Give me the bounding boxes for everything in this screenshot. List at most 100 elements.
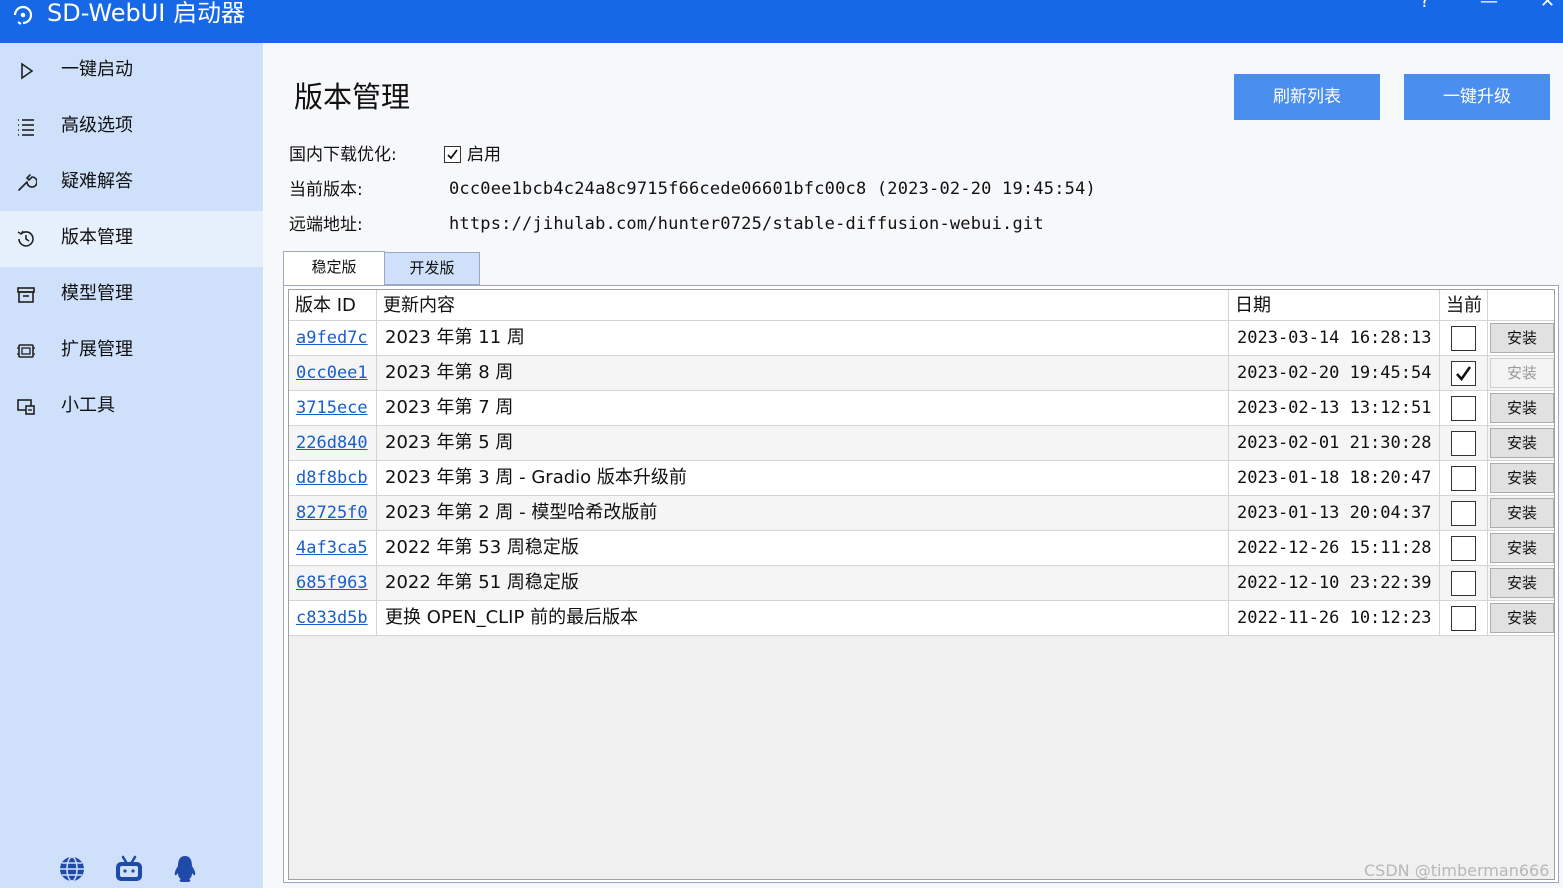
install-button[interactable]: 安装 — [1490, 568, 1554, 598]
cell-action: 安装 — [1488, 461, 1554, 495]
table-row[interactable]: 4af3ca5 2022 年第 53 周稳定版 2022-12-26 15:11:2… — [289, 531, 1554, 566]
install-button[interactable]: 安装 — [1490, 393, 1554, 423]
table-row[interactable]: a9fed7c 2023 年第 11 周 2023-03-14 16:28:13 安装 — [289, 321, 1554, 356]
tab-stable[interactable]: 稳定版 — [283, 251, 385, 287]
column-header-id[interactable]: 版本 ID — [289, 290, 377, 321]
cell-version-id: 685f963 — [289, 566, 377, 600]
cell-action: 安装 — [1488, 321, 1554, 355]
sidebar-item-extensions[interactable]: 扩展管理 — [0, 323, 263, 379]
version-id-link[interactable]: 0cc0ee1 — [296, 362, 368, 384]
qq-icon[interactable] — [170, 854, 200, 884]
cell-action: 安装 — [1488, 566, 1554, 600]
history-icon — [17, 230, 34, 247]
version-description: 2023 年第 8 周 — [385, 362, 514, 383]
version-id-link[interactable]: 685f963 — [296, 572, 368, 594]
sidebar-item-models[interactable]: 模型管理 — [0, 267, 263, 323]
cell-date: 2023-02-01 21:30:28 — [1229, 426, 1440, 460]
download-optimization-checkbox[interactable] — [444, 146, 461, 163]
one-click-upgrade-button[interactable]: 一键升级 — [1404, 74, 1550, 120]
close-button[interactable]: ✕ — [1540, 0, 1555, 12]
tab-dev[interactable]: 开发版 — [384, 252, 480, 285]
version-date: 2022-12-26 15:11:28 — [1237, 538, 1432, 558]
table-row[interactable]: c833d5b 更换 OPEN_CLIP 前的最后版本 2022-11-26 10:… — [289, 601, 1554, 636]
cell-current — [1440, 391, 1488, 425]
app-title: SD-WebUI 启动器 — [47, 0, 245, 27]
cell-version-id: 3715ece — [289, 391, 377, 425]
sidebar-item-launch[interactable]: 一键启动 — [0, 43, 263, 99]
download-optimization-checkbox-label[interactable]: 启用 — [467, 144, 501, 166]
cell-current — [1440, 566, 1488, 600]
cell-version-id: 4af3ca5 — [289, 531, 377, 565]
sidebar-item-tools[interactable]: 小工具 — [0, 379, 263, 435]
version-date: 2023-02-20 19:45:54 — [1237, 363, 1432, 383]
cell-current — [1440, 426, 1488, 460]
current-checkbox[interactable] — [1451, 396, 1476, 421]
table-row[interactable]: 3715ece 2023 年第 7 周 2023-02-13 13:12:51 安装 — [289, 391, 1554, 426]
install-button[interactable]: 安装 — [1490, 358, 1554, 388]
page-title: 版本管理 — [294, 80, 411, 114]
cell-current — [1440, 496, 1488, 530]
install-button[interactable]: 安装 — [1490, 463, 1554, 493]
cell-version-id: 0cc0ee1 — [289, 356, 377, 390]
install-button[interactable]: 安装 — [1490, 428, 1554, 458]
version-id-link[interactable]: d8f8bcb — [296, 467, 368, 489]
version-id-link[interactable]: 3715ece — [296, 397, 368, 419]
title-bar: SD-WebUI 启动器 ? — ✕ — [0, 0, 1563, 43]
bilibili-icon[interactable] — [114, 854, 144, 884]
cell-description: 2022 年第 53 周稳定版 — [377, 531, 1229, 565]
install-button[interactable]: 安装 — [1490, 533, 1554, 563]
cell-action: 安装 — [1488, 426, 1554, 460]
current-checkbox[interactable] — [1451, 571, 1476, 596]
install-button[interactable]: 安装 — [1490, 603, 1554, 633]
current-checkbox[interactable] — [1451, 536, 1476, 561]
sidebar-item-label: 扩展管理 — [61, 339, 133, 360]
play-icon — [21, 62, 34, 80]
help-button[interactable]: ? — [1420, 0, 1430, 12]
remote-address-value: https://jihulab.com/hunter0725/stable-di… — [449, 214, 1044, 234]
check-icon — [1456, 366, 1472, 382]
sidebar-item-label: 模型管理 — [61, 283, 133, 304]
table-row[interactable]: 685f963 2022 年第 51 周稳定版 2022-12-10 23:22:3… — [289, 566, 1554, 601]
current-checkbox[interactable] — [1451, 606, 1476, 631]
cell-description: 2023 年第 5 周 — [377, 426, 1229, 460]
version-id-link[interactable]: c833d5b — [296, 607, 368, 629]
current-checkbox[interactable] — [1451, 431, 1476, 456]
sidebar-item-advanced[interactable]: 高级选项 — [0, 99, 263, 155]
current-checkbox[interactable] — [1451, 361, 1476, 386]
sidebar-item-label: 版本管理 — [61, 227, 133, 248]
table-row[interactable]: d8f8bcb 2023 年第 3 周 - Gradio 版本升级前 2023-01… — [289, 461, 1554, 496]
cell-description: 2022 年第 51 周稳定版 — [377, 566, 1229, 600]
cell-current — [1440, 601, 1488, 635]
current-checkbox[interactable] — [1451, 326, 1476, 351]
refresh-list-button[interactable]: 刷新列表 — [1234, 74, 1380, 120]
version-description: 2022 年第 53 周稳定版 — [385, 537, 579, 558]
install-button[interactable]: 安装 — [1490, 498, 1554, 528]
app-logo-icon — [13, 5, 33, 25]
sidebar-item-versions[interactable]: 版本管理 — [0, 211, 263, 267]
version-id-link[interactable]: a9fed7c — [296, 327, 368, 349]
current-checkbox[interactable] — [1451, 466, 1476, 491]
sidebar-item-troubleshoot[interactable]: 疑难解答 — [0, 155, 263, 211]
column-header-desc[interactable]: 更新内容 — [377, 290, 1229, 321]
version-description: 2023 年第 5 周 — [385, 432, 514, 453]
minimize-button[interactable]: — — [1480, 0, 1498, 12]
globe-icon[interactable] — [57, 854, 87, 884]
table-row[interactable]: 226d840 2023 年第 5 周 2023-02-01 21:30:28 安装 — [289, 426, 1554, 461]
version-id-link[interactable]: 82725f0 — [296, 502, 368, 524]
sidebar-item-label: 疑难解答 — [61, 171, 133, 192]
wrench-icon — [18, 174, 37, 191]
chip-icon — [17, 344, 35, 358]
column-header-current[interactable]: 当前 — [1440, 290, 1488, 321]
version-id-link[interactable]: 226d840 — [296, 432, 368, 454]
version-description: 2023 年第 3 周 - Gradio 版本升级前 — [385, 467, 687, 488]
install-button[interactable]: 安装 — [1490, 323, 1554, 353]
column-header-date[interactable]: 日期 — [1229, 290, 1440, 321]
check-icon — [447, 149, 458, 160]
cell-date: 2023-03-14 16:28:13 — [1229, 321, 1440, 355]
version-description: 2023 年第 2 周 - 模型哈希改版前 — [385, 502, 658, 523]
current-checkbox[interactable] — [1451, 501, 1476, 526]
cell-date: 2022-12-26 15:11:28 — [1229, 531, 1440, 565]
table-row[interactable]: 0cc0ee1 2023 年第 8 周 2023-02-20 19:45:54 安装 — [289, 356, 1554, 391]
table-row[interactable]: 82725f0 2023 年第 2 周 - 模型哈希改版前 2023-01-13 2… — [289, 496, 1554, 531]
version-id-link[interactable]: 4af3ca5 — [296, 537, 368, 559]
